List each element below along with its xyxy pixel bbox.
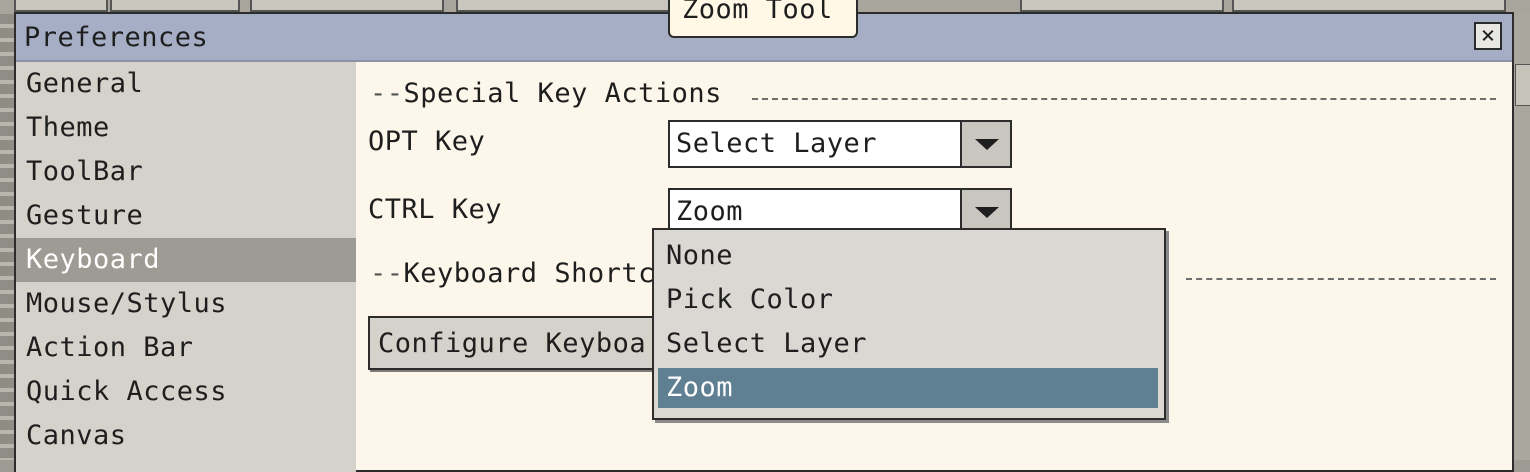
option-none[interactable]: None <box>658 236 1158 276</box>
preferences-sidebar: General Theme ToolBar Gesture Keyboard M… <box>16 62 356 472</box>
ctrl-key-label: CTRL Key <box>368 194 503 225</box>
sidebar-item-theme[interactable]: Theme <box>16 106 356 150</box>
ctrl-key-options-list[interactable]: None Pick Color Select Layer Zoom <box>652 228 1166 420</box>
configure-keyboard-label: Configure Keyboa <box>378 328 647 359</box>
option-pick-color[interactable]: Pick Color <box>658 280 1158 320</box>
sidebar-item-general[interactable]: General <box>16 62 356 106</box>
sidebar-item-gesture[interactable]: Gesture <box>16 194 356 238</box>
close-button[interactable]: × <box>1474 22 1502 50</box>
background-tool-tile <box>14 0 108 12</box>
sidebar-item-keyboard[interactable]: Keyboard <box>16 238 356 282</box>
opt-key-dropdown-button[interactable] <box>960 122 1010 166</box>
sidebar-item-canvas[interactable]: Canvas <box>16 414 356 458</box>
section-rule-lead: -- <box>370 258 404 289</box>
opt-key-value: Select Layer <box>676 128 878 159</box>
sidebar-item-quick-access[interactable]: Quick Access <box>16 370 356 414</box>
background-tool-tile <box>250 0 444 12</box>
background-side-toolbar <box>0 14 14 460</box>
background-right-panel <box>1514 14 1530 460</box>
option-select-layer[interactable]: Select Layer <box>658 324 1158 364</box>
zoom-tool-tooltip: Zoom Tool <box>668 0 858 38</box>
opt-key-label: OPT Key <box>368 126 486 157</box>
special-key-actions-heading: --Special Key Actions <box>370 78 722 109</box>
tooltip-text: Zoom Tool <box>682 0 833 25</box>
section-rule-lead: -- <box>370 78 404 109</box>
keyboard-shortcuts-title: Keyboard Shortc <box>403 258 655 289</box>
sidebar-item-toolbar[interactable]: ToolBar <box>16 150 356 194</box>
background-scroll-button <box>1515 64 1530 106</box>
section-divider <box>752 98 1496 100</box>
configure-keyboard-button[interactable]: Configure Keyboa <box>368 316 698 370</box>
chevron-down-icon <box>975 207 999 218</box>
sidebar-item-mouse-stylus[interactable]: Mouse/Stylus <box>16 282 356 326</box>
sidebar-item-action-bar[interactable]: Action Bar <box>16 326 356 370</box>
chevron-down-icon <box>975 139 999 150</box>
close-icon: × <box>1480 21 1496 49</box>
opt-key-select[interactable]: Select Layer <box>668 120 1012 168</box>
option-zoom[interactable]: Zoom <box>658 368 1158 408</box>
background-tool-tile <box>110 0 240 12</box>
dialog-title: Preferences <box>24 22 209 53</box>
background-tool-tile <box>1232 0 1506 12</box>
keyboard-shortcuts-heading: --Keyboard Shortc <box>370 258 655 289</box>
background-tool-tile <box>456 0 670 12</box>
ctrl-key-value: Zoom <box>676 196 744 227</box>
special-key-actions-title: Special Key Actions <box>403 78 722 109</box>
section-divider <box>1186 278 1496 280</box>
background-tool-tile <box>1020 0 1224 12</box>
